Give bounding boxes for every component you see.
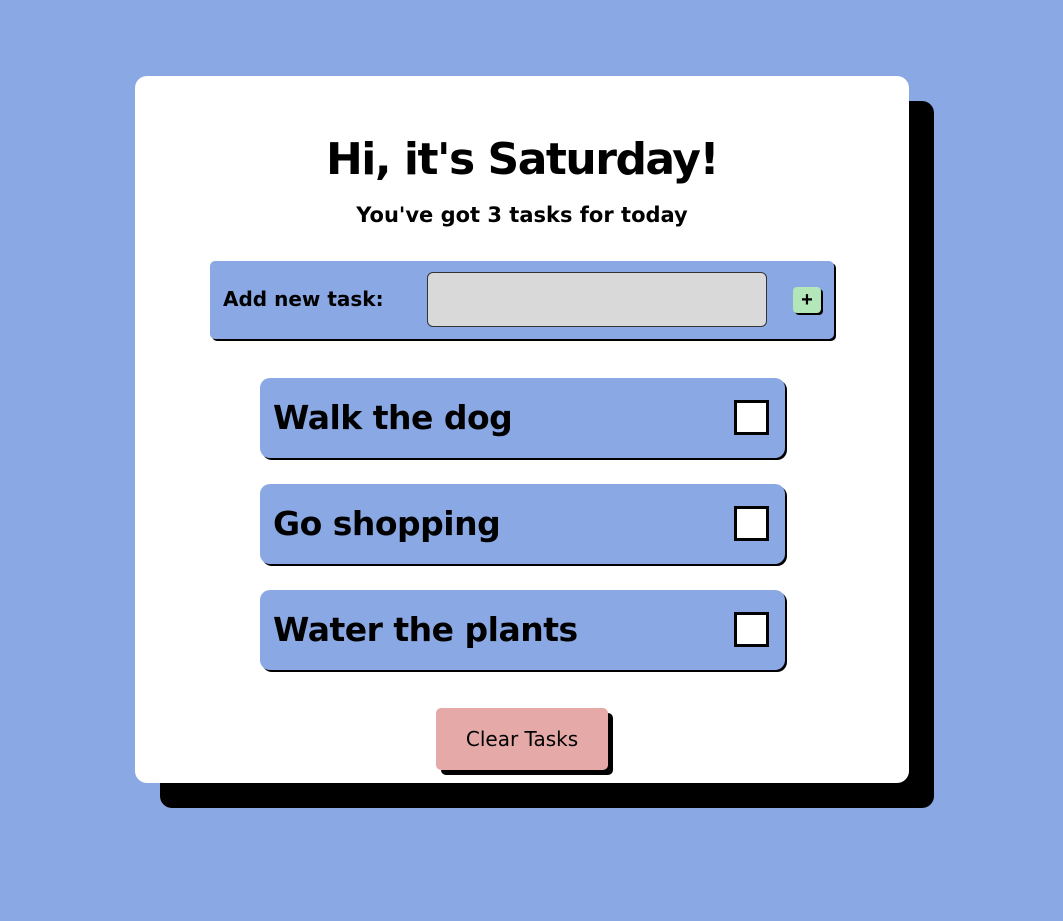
task-checkbox[interactable] <box>734 400 769 435</box>
add-task-bar: Add new task: + <box>210 261 834 339</box>
task-checkbox[interactable] <box>734 506 769 541</box>
todo-card: Hi, it's Saturday! You've got 3 tasks fo… <box>135 76 909 783</box>
task-item: Water the plants <box>260 590 785 670</box>
task-item: Walk the dog <box>260 378 785 458</box>
task-item: Go shopping <box>260 484 785 564</box>
task-checkbox[interactable] <box>734 612 769 647</box>
task-label: Walk the dog <box>273 398 513 437</box>
task-list: Walk the dog Go shopping Water the plant… <box>260 378 785 696</box>
task-label: Water the plants <box>273 610 578 649</box>
task-count-subtitle: You've got 3 tasks for today <box>356 203 688 227</box>
task-label: Go shopping <box>273 504 501 543</box>
add-task-label: Add new task: <box>223 287 384 311</box>
clear-tasks-button[interactable]: Clear Tasks <box>436 708 608 770</box>
add-task-button[interactable]: + <box>793 287 821 313</box>
new-task-input[interactable] <box>427 272 767 327</box>
page-title: Hi, it's Saturday! <box>325 134 720 185</box>
